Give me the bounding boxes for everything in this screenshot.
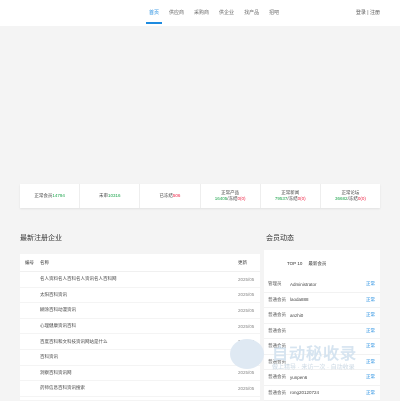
row-name[interactable]: 心理健康资讯百科 (40, 323, 238, 329)
banner-area (0, 26, 400, 184)
watermark-text: 自动秘收录 (272, 340, 357, 364)
stat-label: 未审 (99, 193, 108, 198)
member-role: 普通会员 (264, 390, 290, 396)
top10-tab[interactable]: TOP 10 (287, 261, 302, 266)
stats-bar: 正常会员14794 未审10316 已冻结506 正常产品 16405/冻结0(… (20, 184, 380, 208)
member-status-link[interactable]: 正常 (366, 328, 380, 334)
stat-label: 已冻结 (159, 193, 173, 198)
member-status-link[interactable]: 正常 (366, 281, 380, 287)
watermark-subtext: 做上精导 · 来访一次 · 自动收录 (272, 362, 355, 371)
stat-value: 14794 (52, 193, 65, 198)
stat-value: 506 (173, 193, 181, 198)
row-name[interactable]: 太阳百科资讯 (40, 292, 238, 298)
member-role: 普通会员 (264, 312, 290, 318)
table-row[interactable]: 太阳百科资讯2025/05 (20, 288, 260, 304)
stat-sep: /冻结 (227, 196, 237, 201)
member-status-link[interactable]: 正常 (366, 297, 380, 303)
nav-products[interactable]: 找产品 (239, 0, 264, 26)
stat-frozen-value: 0(0) (237, 196, 245, 201)
stat-label: 正常会员 (34, 193, 52, 198)
member-name[interactable]: anzhi0 (290, 313, 366, 318)
member-status-link[interactable]: 正常 (366, 312, 380, 318)
row-name[interactable]: 百科资讯 (40, 354, 238, 360)
table-header: 编号 名称 更新 (20, 254, 260, 272)
member-row: 普通会员laoda888正常 (264, 293, 380, 309)
row-name[interactable]: 糊涂百科动漫资讯 (40, 307, 238, 313)
row-date: 2025/05 (238, 308, 260, 313)
member-name[interactable]: rong20120724 (290, 390, 366, 395)
table-row[interactable]: 药师信息百科资讯搜索2025/05 (20, 381, 260, 397)
stat-sep: /冻结 (348, 196, 358, 201)
stat-members: 正常会员14794 (20, 184, 80, 208)
stat-news: 正常新闻 79537/冻结0(0) (261, 184, 321, 208)
table-row[interactable]: 糊涂百科动漫资讯2025/05 (20, 303, 260, 319)
member-activity-title: 会员动态 (266, 233, 294, 243)
row-date: 2025/05 (238, 324, 260, 329)
member-status-link[interactable]: 正常 (366, 390, 380, 396)
row-name[interactable]: 名人资料名人百科名人资讯名人百科网 (40, 276, 238, 282)
stat-forum: 正常论坛 36682/冻结0(0) (321, 184, 380, 208)
nav-suppliers[interactable]: 供应商 (164, 0, 189, 26)
member-name[interactable]: Administrator (290, 282, 366, 287)
stat-unreviewed: 未审10316 (80, 184, 140, 208)
stat-sep: /冻结 (287, 196, 297, 201)
row-date: 2025/05 (238, 277, 260, 282)
nav-enterprises[interactable]: 供企业 (214, 0, 239, 26)
stat-value: 16405 (215, 196, 228, 201)
col-header-name: 名称 (40, 260, 238, 266)
member-name[interactable]: laoda888 (290, 297, 366, 302)
member-role: 管理员 (264, 281, 290, 287)
table-row[interactable]: 百科资讯2025/05 (20, 350, 260, 366)
row-name[interactable]: 药师信息百科资讯搜索 (40, 385, 238, 391)
stat-value: 10316 (108, 193, 121, 198)
table-row[interactable]: 百度百科和文科技资讯网站是什么2025/05 (20, 334, 260, 350)
member-role: 普通会员 (264, 328, 290, 334)
login-register-link[interactable]: 登录 | 注册 (356, 0, 380, 26)
member-row: 普通会员anzhi0正常 (264, 308, 380, 324)
latest-members-tab[interactable]: 最新会员 (308, 261, 326, 267)
col-header-num: 编号 (20, 260, 40, 266)
stat-frozen-value: 0(0) (358, 196, 366, 201)
table-row[interactable]: 名人资料名人百科名人资讯名人百科网2025/05 (20, 272, 260, 288)
member-row: 管理员Administrator正常 (264, 277, 380, 293)
row-name[interactable]: 洞察百科资讯网 (40, 370, 238, 376)
watermark: 自动秘收录 做上精导 · 来访一次 · 自动收录 (228, 337, 388, 377)
member-role: 普通会员 (264, 297, 290, 303)
latest-enterprises-title: 最新注册企业 (20, 233, 62, 243)
watermark-logo-icon (230, 339, 264, 369)
table-row[interactable]: 洞察百科资讯网2025/05 (20, 366, 260, 382)
nav-buyers[interactable]: 采购商 (189, 0, 214, 26)
row-date: 2025/05 (238, 292, 260, 297)
main-nav: 首页 供应商 采购商 供企业 找产品 招吧 (144, 0, 284, 26)
stat-value: 36682 (335, 196, 348, 201)
member-row: 普通会员rong20120724正常 (264, 386, 380, 401)
stat-products: 正常产品 16405/冻结0(0) (201, 184, 261, 208)
latest-enterprises-table: 编号 名称 更新 名人资料名人百科名人资讯名人百科网2025/05 太阳百科资讯… (20, 254, 260, 400)
table-row[interactable]: 心理健康资讯百科2025/05 (20, 319, 260, 335)
nav-bar[interactable]: 招吧 (264, 0, 284, 26)
stat-value: 79537 (275, 196, 288, 201)
row-date: 2025/05 (238, 386, 260, 391)
top-navbar: 首页 供应商 采购商 供企业 找产品 招吧 登录 | 注册 (0, 0, 400, 26)
member-panel-header: TOP 10 最新会员 (264, 250, 380, 277)
nav-home[interactable]: 首页 (144, 0, 164, 26)
row-name[interactable]: 百度百科和文科技资讯网站是什么 (40, 339, 238, 345)
col-header-date: 更新 (238, 260, 260, 266)
stat-frozen: 已冻结506 (140, 184, 200, 208)
stat-frozen-value: 0(0) (298, 196, 306, 201)
member-activity-panel: TOP 10 最新会员 管理员Administrator正常 普通会员laoda… (264, 250, 380, 400)
